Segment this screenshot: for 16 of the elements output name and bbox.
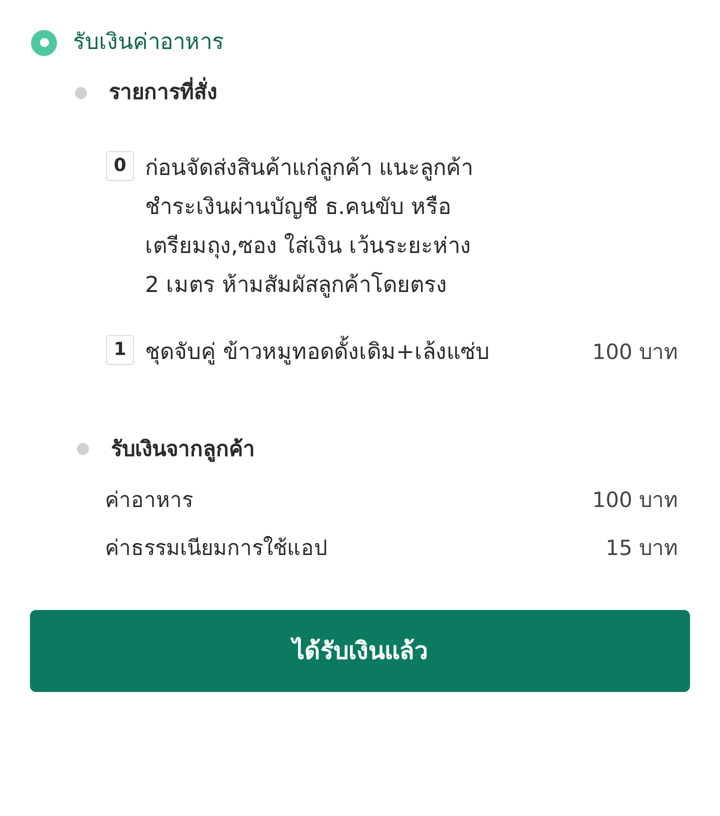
section-heading: รายการที่สั่ง [109, 77, 217, 108]
bullet-icon [77, 443, 89, 456]
fee-label: ค่าอาหาร [105, 487, 193, 514]
item-name: ชุดจับคู่ ข้าวหมูทอดดั้งเดิม+เล้งแซ่บ [145, 332, 490, 372]
fee-amount: 15 บาท [606, 534, 678, 562]
quantity-badge: 1 [106, 334, 134, 364]
quantity-badge: 0 [106, 150, 134, 180]
bullet-icon [75, 86, 87, 99]
step-title: รับเงินค่าอาหาร [73, 29, 224, 57]
active-step-icon [31, 30, 57, 56]
section-heading: รับเงินจากลูกค้า [111, 436, 255, 464]
item-name: ก่อนจัดส่งสินค้าแก่ลูกค้า แนะลูกค้าชำระเงินผ่านบัญชี ธ.คนขับ หรือเตรียมถุง,ซอง ใส่เงิน เว้นระยะห่าง 2 เมตร ห้ามสัมผัสลูกค้าโดยตรง [145, 154, 474, 300]
fee-label: ค่าธรรมเนียมการใช้แอป [105, 534, 327, 562]
item-price: 100 บาท [592, 338, 678, 366]
fee-amount: 100 บาท [592, 487, 678, 514]
confirm-button[interactable]: ได้รับเงินแล้ว [30, 610, 690, 692]
